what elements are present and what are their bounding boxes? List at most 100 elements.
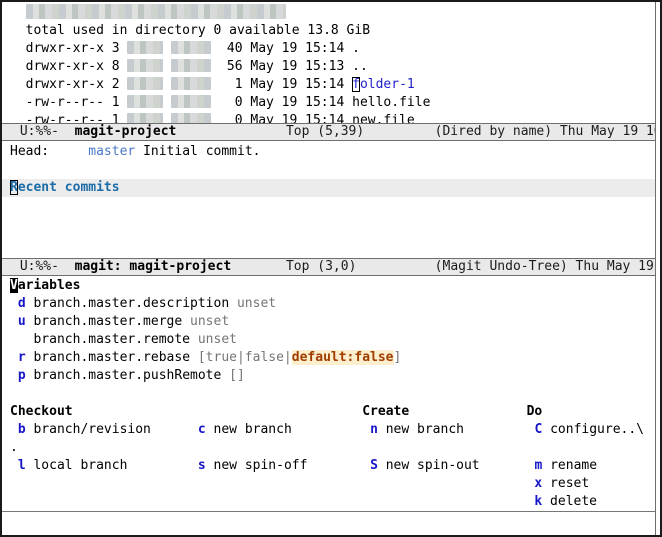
modeline-magit-status[interactable]: U:%%- magit: magit-project Top (3,0) (Ma… bbox=[2, 258, 655, 276]
command-label: local branch bbox=[26, 458, 128, 473]
transient-row-merge[interactable]: u branch.master.merge unset bbox=[2, 313, 655, 331]
dired-header-path[interactable] bbox=[2, 4, 655, 22]
point-cursor[interactable]: R bbox=[10, 180, 18, 195]
key-l[interactable]: l bbox=[18, 458, 26, 473]
magit-head-line[interactable]: Head: master Initial commit. bbox=[2, 143, 655, 161]
variable-name: branch.master.rebase bbox=[26, 350, 198, 365]
blank-line bbox=[2, 385, 655, 403]
section-heading[interactable]: ecent commits bbox=[18, 180, 120, 195]
transient-row-4[interactable]: k delete bbox=[2, 493, 655, 511]
variable-choices: [true|false| bbox=[198, 350, 292, 365]
text-segment: drwxr-xr-x 8 bbox=[10, 59, 127, 74]
key-b[interactable]: b bbox=[18, 422, 26, 437]
emacs-frame: total used in directory 0 available 13.8… bbox=[0, 0, 662, 537]
text-segment bbox=[163, 113, 171, 123]
text-segment: drwxr-xr-x 2 bbox=[10, 77, 127, 92]
modeline-dired-text[interactable]: U:%%- magit-project Top (5,39) (Dired by… bbox=[4, 124, 655, 141]
transient-row-2[interactable]: l local branch s new spin-off S new spin… bbox=[2, 457, 655, 475]
text-segment bbox=[10, 5, 26, 20]
transient-row-3[interactable]: x reset bbox=[2, 475, 655, 493]
echo-area[interactable] bbox=[2, 512, 655, 534]
dired-filename[interactable]: older-1 bbox=[360, 77, 415, 92]
dired-row-hello-file[interactable]: -rw-r--r-- 1 0 May 19 15:14 hello.file bbox=[2, 94, 655, 112]
magit-recent-commits-section[interactable]: Recent commits bbox=[2, 179, 655, 197]
transient-row-pushremote[interactable]: p branch.master.pushRemote [] bbox=[2, 367, 655, 385]
redacted-user bbox=[127, 41, 163, 54]
variable-name: branch.master.merge bbox=[26, 314, 190, 329]
frame-content: total used in directory 0 available 13.8… bbox=[2, 2, 655, 535]
dired-filename[interactable]: hello.file bbox=[352, 95, 430, 110]
text-segment bbox=[10, 314, 18, 329]
redacted-group bbox=[171, 95, 211, 108]
key-s[interactable]: s bbox=[198, 458, 206, 473]
variable-name: branch.master.remote bbox=[10, 332, 198, 347]
dired-filename[interactable]: .. bbox=[352, 59, 368, 74]
text-segment bbox=[10, 350, 18, 365]
dired-filename[interactable]: . bbox=[352, 41, 360, 56]
key-r[interactable]: r bbox=[18, 350, 26, 365]
text-segment bbox=[409, 404, 526, 419]
text-segment: -rw-r--r-- 1 bbox=[10, 95, 127, 110]
text-segment bbox=[163, 77, 171, 92]
modeline-clock: Thu May 19 bbox=[568, 259, 654, 274]
point-cursor[interactable]: f bbox=[352, 77, 360, 92]
dired-row-folder-1[interactable]: drwxr-xr-x 2 1 May 19 15:14 folder-1 bbox=[2, 76, 655, 94]
text-segment bbox=[10, 494, 534, 509]
key-u[interactable]: u bbox=[18, 314, 26, 329]
command-label: branch/revision bbox=[26, 422, 151, 437]
major-mode-indicator[interactable]: (Magit Undo-Tree) bbox=[435, 259, 568, 274]
buffer-name[interactable]: magit: magit-project bbox=[75, 259, 232, 274]
wrapped-text: . bbox=[10, 440, 18, 455]
buffer-name[interactable]: magit-project bbox=[75, 124, 177, 139]
branch-name[interactable]: master bbox=[88, 144, 135, 159]
command-label: new spin-off bbox=[206, 458, 308, 473]
dired-row-new-file[interactable]: -rw-r--r-- 1 0 May 19 15:14 new.file bbox=[2, 112, 655, 123]
transient-row-description[interactable]: d branch.master.description unset bbox=[2, 295, 655, 313]
redacted-user bbox=[127, 77, 163, 90]
redacted-user bbox=[127, 95, 163, 108]
variable-value: [] bbox=[229, 368, 245, 383]
text-segment: 1 May 19 15:14 bbox=[211, 77, 352, 92]
key-d[interactable]: d bbox=[18, 296, 26, 311]
text-segment bbox=[10, 368, 18, 383]
variable-value: unset bbox=[237, 296, 276, 311]
dired-row-dotdot[interactable]: drwxr-xr-x 8 56 May 19 15:13 .. bbox=[2, 58, 655, 76]
commit-summary: Initial commit. bbox=[135, 144, 260, 159]
point-cursor: V bbox=[10, 278, 18, 293]
dired-filename[interactable]: new.file bbox=[352, 113, 415, 123]
redacted-group bbox=[171, 77, 211, 90]
variable-value: unset bbox=[198, 332, 237, 347]
redacted-user bbox=[127, 113, 163, 123]
transient-row-rebase[interactable]: r branch.master.rebase [true|false|defau… bbox=[2, 349, 655, 367]
key-p[interactable]: p bbox=[18, 368, 26, 383]
text-segment bbox=[163, 59, 171, 74]
group-checkout-heading: Checkout bbox=[10, 404, 73, 419]
redacted-group bbox=[171, 113, 211, 123]
variable-value: unset bbox=[190, 314, 229, 329]
redacted-group bbox=[171, 41, 211, 54]
text-segment bbox=[10, 422, 18, 437]
key-c[interactable]: c bbox=[198, 422, 206, 437]
text-segment: 0 May 19 15:14 bbox=[211, 95, 352, 110]
dired-total-line: total used in directory 0 available 13.8… bbox=[2, 22, 655, 40]
command-label: rename bbox=[542, 458, 597, 473]
scrollbar-strip[interactable] bbox=[656, 2, 660, 535]
modeline-magit-text[interactable]: U:%%- magit: magit-project Top (3,0) (Ma… bbox=[4, 259, 655, 276]
key-S[interactable]: S bbox=[370, 458, 378, 473]
magit-status-window[interactable]: Head: master Initial commit. Recent comm… bbox=[2, 141, 655, 258]
variable-name: branch.master.pushRemote bbox=[26, 368, 230, 383]
dired-row-dot[interactable]: drwxr-xr-x 3 40 May 19 15:14 . bbox=[2, 40, 655, 58]
text-segment: Head: bbox=[10, 144, 88, 159]
position-indicator: Top (3,0) bbox=[231, 259, 435, 274]
transient-row-remote: branch.master.remote unset bbox=[2, 331, 655, 349]
modeline-dired[interactable]: U:%%- magit-project Top (5,39) (Dired by… bbox=[2, 123, 655, 141]
major-mode-indicator[interactable]: (Dired by name) bbox=[435, 124, 552, 139]
transient-row-1[interactable]: b branch/revision c new branch n new bra… bbox=[2, 421, 655, 439]
group-do-heading: Do bbox=[527, 404, 543, 419]
command-label: new branch bbox=[378, 422, 464, 437]
dired-window[interactable]: total used in directory 0 available 13.8… bbox=[2, 2, 655, 123]
text-segment bbox=[307, 458, 370, 473]
redacted-path bbox=[26, 4, 286, 19]
key-n[interactable]: n bbox=[370, 422, 378, 437]
transient-popup-window[interactable]: Variables d branch.master.description un… bbox=[2, 276, 655, 511]
